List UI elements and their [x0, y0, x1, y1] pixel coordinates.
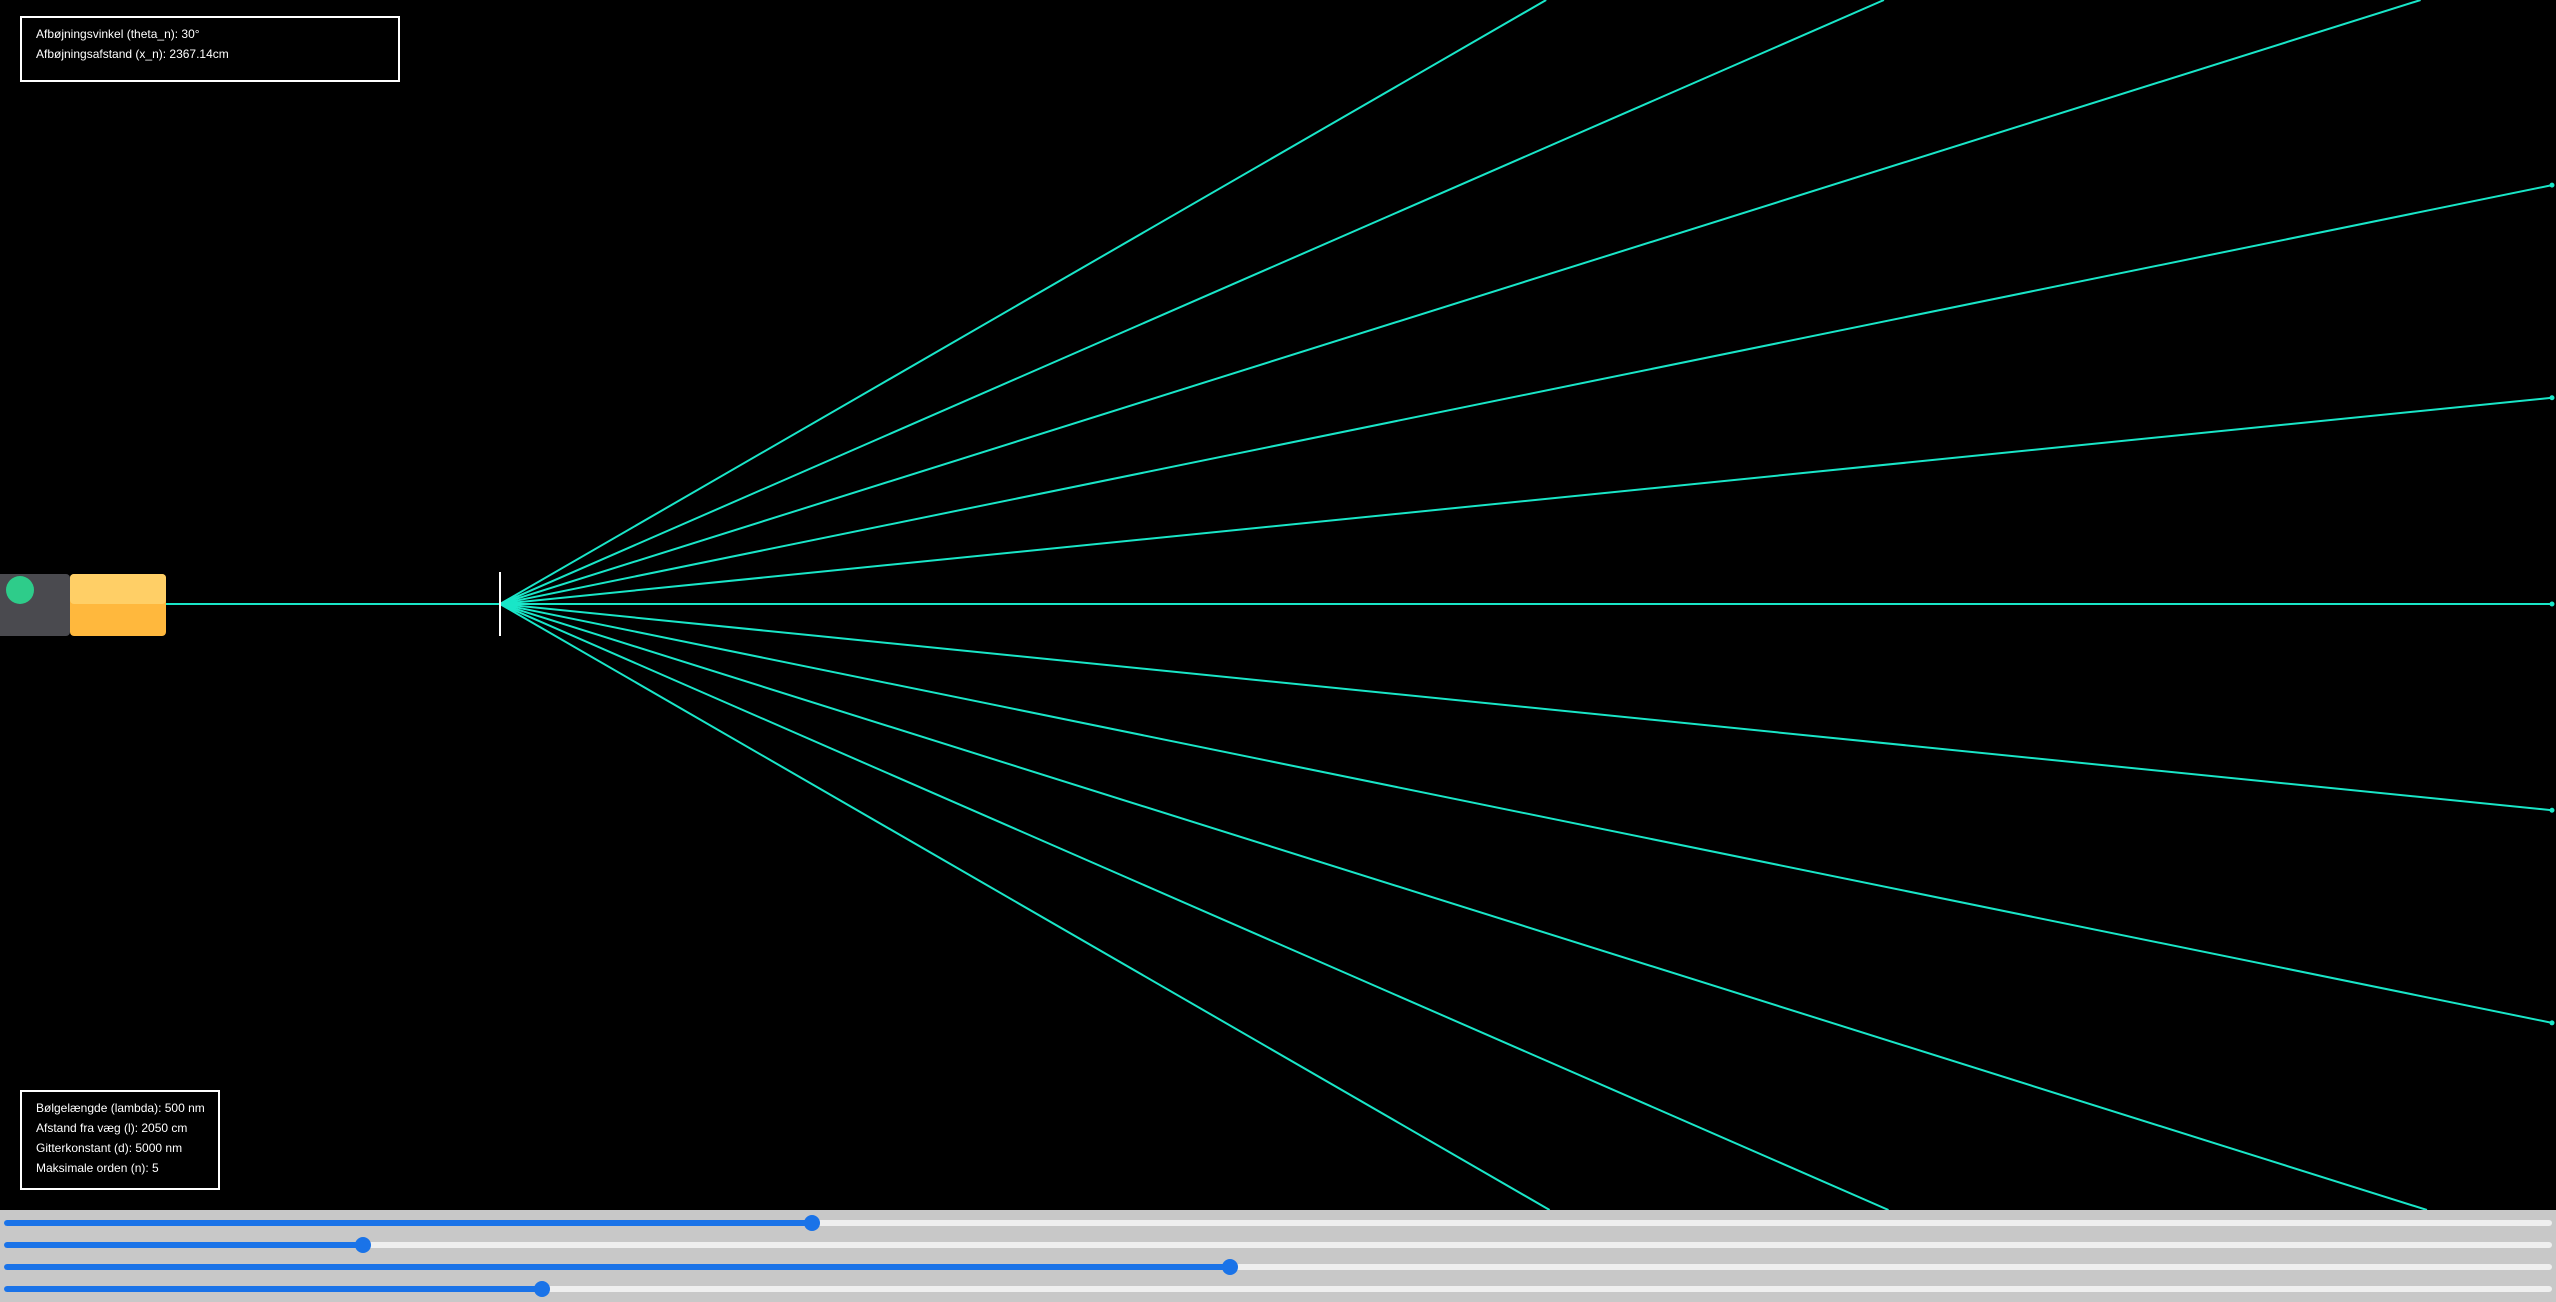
slider-thumb[interactable]	[355, 1237, 372, 1253]
wavelength-text: Bølgelængde (lambda): 500 nm	[36, 1101, 205, 1115]
slider-thumb[interactable]	[533, 1281, 550, 1297]
slider-fill	[4, 1286, 542, 1292]
slider-fill	[4, 1220, 812, 1226]
max-order-text: Maksimale orden (n): 5	[36, 1161, 159, 1175]
laser-indicator-light	[6, 576, 34, 604]
simulation-canvas: Afbøjningsvinkel (theta_n): 30° Afbøjnin…	[0, 0, 2556, 1210]
wall-spot-order--2	[2549, 1020, 2555, 1026]
slider-thumb[interactable]	[803, 1215, 820, 1231]
diffraction-beam-order-4	[499, 0, 1885, 605]
diffraction-beam-order--1	[499, 603, 2553, 812]
diffraction-beam-order-2	[499, 184, 2553, 605]
grating-constant-slider[interactable]	[4, 1259, 2552, 1275]
wall-spot-order-1	[2549, 395, 2555, 401]
slider-thumb[interactable]	[1221, 1259, 1238, 1275]
diffraction-beam-order--5	[499, 603, 1551, 1210]
wall-distance-slider[interactable]	[4, 1237, 2552, 1253]
slider-fill	[4, 1264, 1230, 1270]
diffraction-beam-order-3	[499, 0, 2421, 605]
wall-spot-order--1	[2549, 807, 2555, 813]
parameter-panel: Bølgelængde (lambda): 500 nm Afstand fra…	[20, 1090, 220, 1190]
slider-panel	[0, 1210, 2556, 1302]
diffraction-beam-order--3	[499, 603, 2428, 1210]
result-panel: Afbøjningsvinkel (theta_n): 30° Afbøjnin…	[20, 16, 400, 82]
wall-spot-order-2	[2549, 182, 2555, 188]
diffraction-beam-order-1	[499, 396, 2553, 605]
diffraction-diagram	[0, 0, 2555, 1210]
wall-distance-text: Afstand fra væg (l): 2050 cm	[36, 1121, 188, 1135]
diffraction-beam-order-5	[499, 0, 1547, 605]
grating-constant-text: Gitterkonstant (d): 5000 nm	[36, 1141, 183, 1155]
diffraction-beams	[499, 0, 2555, 1210]
diffraction-beam-order--2	[499, 603, 2553, 1024]
laser-pointer-icon	[0, 574, 166, 636]
diffraction-beam-order--4	[499, 603, 1889, 1210]
wall-spot-order-0	[2549, 601, 2555, 607]
diffraction-distance-text: Afbøjningsafstand (x_n): 2367.14cm	[36, 47, 229, 61]
wavelength-slider[interactable]	[4, 1215, 2552, 1231]
laser-body-highlight	[70, 574, 166, 604]
slider-fill	[4, 1242, 364, 1248]
max-order-slider[interactable]	[4, 1281, 2552, 1297]
slider-track[interactable]	[4, 1242, 2552, 1248]
diffraction-angle-text: Afbøjningsvinkel (theta_n): 30°	[36, 27, 200, 41]
